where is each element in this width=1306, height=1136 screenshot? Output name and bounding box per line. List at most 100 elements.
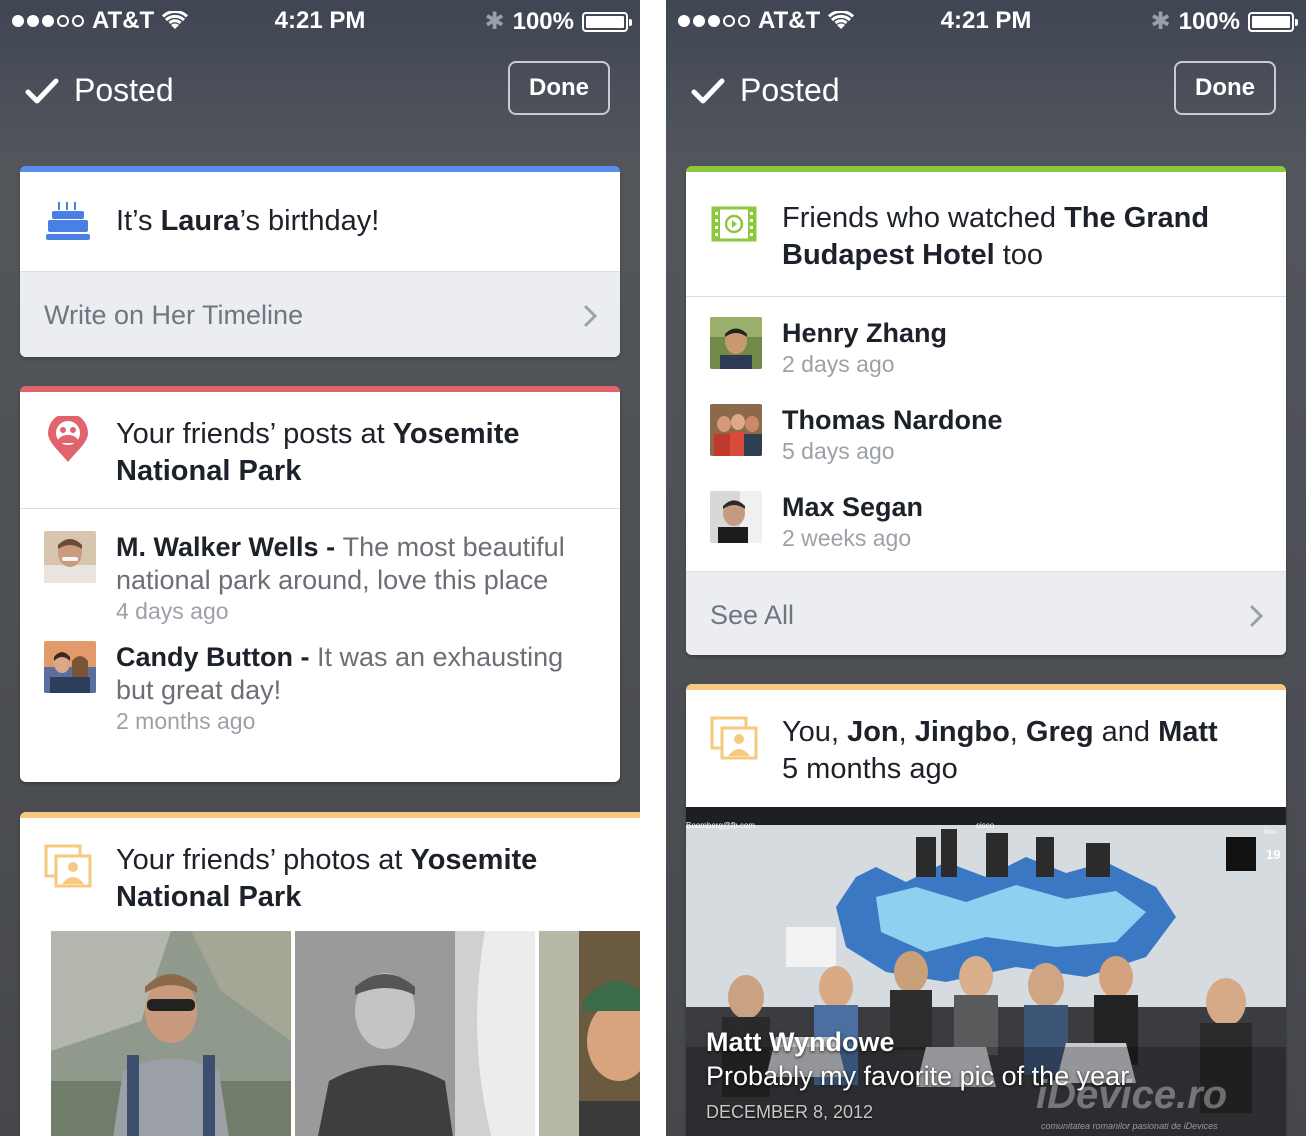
- chevron-right-icon: [1249, 604, 1264, 628]
- memory-header-text: You, Jon, Jingbo, Greg and Matt 5 months…: [782, 714, 1218, 788]
- birthday-name[interactable]: Laura: [161, 205, 240, 237]
- photos-header-text: Your friends’ photos at Yosemite Nationa…: [116, 842, 616, 916]
- birthday-text: It’s Laura’s birthday!: [116, 203, 379, 240]
- bluetooth-icon: ✱: [1150, 8, 1171, 35]
- left-phone-screen: AT&T 4:21 PM ✱ 100% Posted Done It’s Lau…: [0, 0, 640, 1136]
- card-header: It’s Laura’s birthday!: [20, 172, 620, 271]
- status-right: ✱ 100%: [484, 7, 632, 36]
- tagged-you: You: [782, 716, 831, 748]
- card-header: Your friends’ posts at Yosemite National…: [20, 392, 620, 508]
- birthday-prefix: It’s: [116, 205, 161, 237]
- friend-name: Thomas Nardone: [782, 405, 1003, 435]
- tagged-person[interactable]: Jon: [847, 716, 899, 748]
- movie-header-suffix: too: [994, 239, 1044, 271]
- chevron-right-icon: [583, 304, 598, 328]
- friend-timestamp: 5 days ago: [782, 438, 895, 464]
- status-right: ✱ 100%: [1150, 7, 1298, 36]
- friend-item[interactable]: Henry Zhang 2 days ago: [686, 317, 1286, 404]
- see-all-label: See All: [710, 599, 795, 630]
- movie-watchers-card: Friends who watched The Grand Budapest H…: [686, 166, 1286, 655]
- navbar: Posted Done: [0, 58, 640, 128]
- card-header: Friends who watched The Grand Budapest H…: [686, 172, 1286, 296]
- friend-item[interactable]: Thomas Nardone 5 days ago: [686, 404, 1286, 491]
- posted-label: Posted: [740, 72, 840, 108]
- photo-date: DECEMBER 8, 2012: [706, 1102, 874, 1122]
- posted-status: Posted: [690, 72, 840, 109]
- friend-list: Henry Zhang 2 days ago Thomas Nardone 5 …: [686, 297, 1286, 571]
- status-bar: AT&T 4:21 PM ✱ 100%: [666, 0, 1306, 42]
- friend-photo[interactable]: [539, 931, 640, 1136]
- watermark-logo: iDevice.ro: [1036, 1073, 1228, 1117]
- posts-header-text: Your friends’ posts at Yosemite National…: [116, 416, 596, 490]
- tagged-person[interactable]: Matt: [1158, 716, 1218, 748]
- post-item[interactable]: Candy Button - It was an exhausting but …: [20, 641, 620, 771]
- friend-photo[interactable]: [51, 931, 291, 1136]
- right-phone-screen: AT&T 4:21 PM ✱ 100% Posted Done Friends …: [666, 0, 1306, 1136]
- battery-percent: 100%: [1178, 7, 1240, 35]
- birthday-suffix: ’s birthday!: [239, 205, 380, 237]
- separator: ,: [830, 716, 848, 748]
- separator: ,: [898, 716, 915, 748]
- checkmark-icon: [691, 78, 725, 103]
- location-pin-icon: [48, 416, 88, 462]
- memory-timestamp: 5 months ago: [782, 753, 958, 785]
- done-button[interactable]: Done: [1174, 61, 1276, 115]
- movie-header-text: Friends who watched The Grand Budapest H…: [782, 200, 1262, 274]
- photo-author[interactable]: Matt Wyndowe: [706, 1027, 895, 1058]
- status-bar: AT&T 4:21 PM ✱ 100%: [0, 0, 640, 42]
- birthday-card: It’s Laura’s birthday! Write on Her Time…: [20, 166, 620, 357]
- screen-email-text: Boomberg@fb.com: [686, 821, 756, 830]
- post-author[interactable]: Candy Button: [116, 642, 293, 672]
- checkmark-icon: [25, 78, 59, 103]
- friend-name: Henry Zhang: [782, 318, 948, 348]
- card-header: Your friends’ photos at Yosemite Nationa…: [20, 818, 640, 930]
- write-timeline-label: Write on Her Timeline: [44, 299, 304, 330]
- friend-name: Max Segan: [782, 492, 924, 522]
- battery-icon: [582, 11, 632, 32]
- separator: ,: [1009, 716, 1026, 748]
- bluetooth-icon: ✱: [484, 8, 505, 35]
- friends-photos-card: Your friends’ photos at Yosemite Nationa…: [20, 812, 640, 1136]
- screen-brand-text: cisco: [976, 821, 995, 830]
- post-text: M. Walker Wells - The most beautiful nat…: [116, 532, 565, 595]
- navbar: Posted Done: [666, 58, 1306, 128]
- avatar: [44, 641, 96, 693]
- friends-posts-card: Your friends’ posts at Yosemite National…: [20, 386, 620, 782]
- watermark-tagline: comunitatea romanilor pasionati de iDevi…: [1041, 1121, 1218, 1131]
- photos-icon: [710, 716, 758, 760]
- avatar: [710, 317, 762, 369]
- tagged-person[interactable]: Jingbo: [915, 716, 1010, 748]
- done-button[interactable]: Done: [508, 61, 610, 115]
- photos-header-prefix: Your friends’ photos at: [116, 844, 411, 876]
- post-item[interactable]: M. Walker Wells - The most beautiful nat…: [20, 509, 620, 641]
- movie-ticket-icon: [711, 206, 757, 242]
- memory-photo-card: You, Jon, Jingbo, Greg and Matt 5 months…: [686, 684, 1286, 1136]
- friend-item[interactable]: Max Segan 2 weeks ago: [686, 491, 1286, 578]
- card-header: You, Jon, Jingbo, Greg and Matt 5 months…: [686, 690, 1286, 807]
- post-author[interactable]: M. Walker Wells: [116, 532, 319, 562]
- posts-header-prefix: Your friends’ posts at: [116, 418, 393, 450]
- friend-timestamp: 2 weeks ago: [782, 525, 912, 551]
- posted-status: Posted: [24, 72, 174, 109]
- battery-percent: 100%: [512, 7, 574, 35]
- see-all-button[interactable]: See All: [686, 572, 1286, 655]
- posted-label: Posted: [74, 72, 174, 108]
- birthday-cake-icon: [46, 201, 90, 240]
- friend-timestamp: 2 days ago: [782, 351, 895, 377]
- tagged-person[interactable]: Greg: [1026, 716, 1094, 748]
- post-timestamp: 4 days ago: [116, 598, 229, 624]
- calendar-month: Nov: [1264, 829, 1277, 836]
- avatar: [44, 531, 96, 583]
- friend-photo[interactable]: [295, 931, 535, 1136]
- separator: and: [1093, 716, 1159, 748]
- avatar: [710, 404, 762, 456]
- memory-photo[interactable]: Boomberg@fb.com cisco Nov 19 Matt Wyndow…: [686, 807, 1286, 1136]
- post-timestamp: 2 months ago: [116, 708, 256, 734]
- photos-icon: [44, 844, 92, 888]
- calendar-day: 19: [1266, 847, 1281, 862]
- movie-header-prefix: Friends who watched: [782, 202, 1065, 234]
- write-timeline-button[interactable]: Write on Her Timeline: [20, 272, 620, 357]
- post-text: Candy Button - It was an exhausting but …: [116, 642, 564, 705]
- battery-icon: [1248, 11, 1298, 32]
- avatar: [710, 491, 762, 543]
